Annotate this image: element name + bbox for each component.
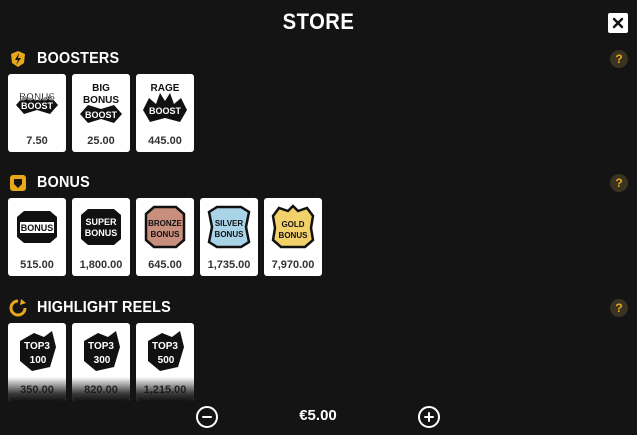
price-label: 1,735.00: [207, 259, 251, 271]
price-label: 1,800.00: [79, 259, 123, 271]
increase-bet-button[interactable]: [418, 406, 440, 428]
store-header: STORE: [0, 0, 637, 46]
svg-text:TOP3: TOP3: [24, 341, 50, 352]
plus-circle-icon: [424, 412, 434, 422]
page-title: STORE: [282, 9, 355, 34]
price-label: 1,215.00: [143, 384, 187, 396]
bronze-bonus-art: BRONZE BONUS: [144, 205, 186, 249]
boosters-help-button[interactable]: ?: [610, 50, 628, 68]
bet-amount: €5.00: [299, 407, 337, 424]
decrease-bet-button[interactable]: [196, 406, 218, 428]
svg-text:BOOST: BOOST: [149, 106, 182, 116]
top3-100-art: TOP3 100: [20, 331, 56, 371]
gold-bonus-art: GOLD BONUS: [271, 204, 315, 249]
svg-text:BOOST: BOOST: [85, 110, 118, 120]
bonus-help-button[interactable]: ?: [610, 174, 628, 192]
price-label: 25.00: [87, 135, 115, 147]
refresh-arrow-icon: [8, 298, 28, 318]
boosters-section: BOOSTERS ? BONUS BOOST 7.50 BIG BONUS BO…: [0, 48, 637, 158]
reel-card-top3-100[interactable]: TOP3 100 350.00: [8, 323, 66, 401]
svg-text:RAGE: RAGE: [151, 83, 180, 94]
close-button[interactable]: [608, 13, 628, 33]
bonus-card-bonus[interactable]: BONUS 515.00: [8, 198, 66, 276]
bonus-card-super-bonus[interactable]: SUPER BONUS 1,800.00: [72, 198, 130, 276]
bonus-card-bronze-bonus[interactable]: BRONZE BONUS 645.00: [136, 198, 194, 276]
rage-boost-art: RAGE BOOST: [143, 83, 187, 122]
close-icon: [612, 17, 624, 29]
bet-footer: €5.00: [0, 398, 637, 435]
bonus-boost-art: BONUS BOOST: [16, 92, 58, 114]
price-label: 7.50: [26, 135, 48, 147]
minus-circle-icon: [202, 416, 212, 418]
booster-card-bonus-boost[interactable]: BONUS BOOST 7.50: [8, 74, 66, 152]
svg-text:100: 100: [30, 355, 47, 366]
section-title-bonus: BONUS: [37, 174, 90, 191]
price-label: 645.00: [148, 259, 182, 271]
svg-text:BOOST: BOOST: [21, 101, 54, 111]
svg-text:BONUS: BONUS: [83, 95, 119, 106]
svg-text:300: 300: [94, 355, 111, 366]
highlight-reels-section: HIGHLIGHT REELS ? TOP3 100 350.00 TOP3 3…: [0, 297, 637, 401]
price-label: 515.00: [20, 259, 54, 271]
svg-text:500: 500: [158, 355, 175, 366]
svg-text:BONUS: BONUS: [21, 223, 54, 233]
highlight-reels-help-button[interactable]: ?: [610, 299, 628, 317]
svg-text:BONUS: BONUS: [215, 230, 245, 239]
shield-icon: [8, 173, 28, 193]
bonus-art: BONUS: [17, 211, 57, 243]
section-title-highlight-reels: HIGHLIGHT REELS: [37, 299, 171, 316]
super-bonus-art: SUPER BONUS: [81, 209, 121, 245]
svg-text:SUPER: SUPER: [85, 217, 117, 227]
booster-card-rage-boost[interactable]: RAGE BOOST 445.00: [136, 74, 194, 152]
top3-500-art: TOP3 500: [148, 331, 184, 371]
svg-text:BONUS: BONUS: [279, 231, 309, 240]
bonus-card-gold-bonus[interactable]: GOLD BONUS 7,970.00: [264, 198, 322, 276]
price-label: 820.00: [84, 384, 118, 396]
bolt-badge-icon: [8, 49, 28, 69]
svg-text:BIG: BIG: [92, 83, 110, 94]
bonus-card-silver-bonus[interactable]: SILVER BONUS 1,735.00: [200, 198, 258, 276]
booster-card-big-bonus-boost[interactable]: BIG BONUS BOOST 25.00: [72, 74, 130, 152]
svg-text:TOP3: TOP3: [88, 341, 114, 352]
price-label: 7,970.00: [271, 259, 315, 271]
top3-300-art: TOP3 300: [84, 331, 120, 371]
reel-card-top3-500[interactable]: TOP3 500 1,215.00: [136, 323, 194, 401]
svg-text:GOLD: GOLD: [281, 220, 304, 229]
svg-text:TOP3: TOP3: [152, 341, 178, 352]
section-title-boosters: BOOSTERS: [37, 50, 120, 67]
price-label: 350.00: [20, 384, 54, 396]
svg-text:BRONZE: BRONZE: [148, 219, 182, 228]
silver-bonus-art: SILVER BONUS: [207, 205, 251, 249]
svg-text:SILVER: SILVER: [215, 219, 244, 228]
bonus-section: BONUS ? BONUS 515.00 SUPER BONUS 1,800.0…: [0, 172, 637, 282]
reel-card-top3-300[interactable]: TOP3 300 820.00: [72, 323, 130, 401]
svg-text:BONUS: BONUS: [85, 228, 118, 238]
big-bonus-boost-art: BIG BONUS BOOST: [80, 83, 122, 123]
price-label: 445.00: [148, 135, 182, 147]
svg-text:BONUS: BONUS: [151, 230, 181, 239]
